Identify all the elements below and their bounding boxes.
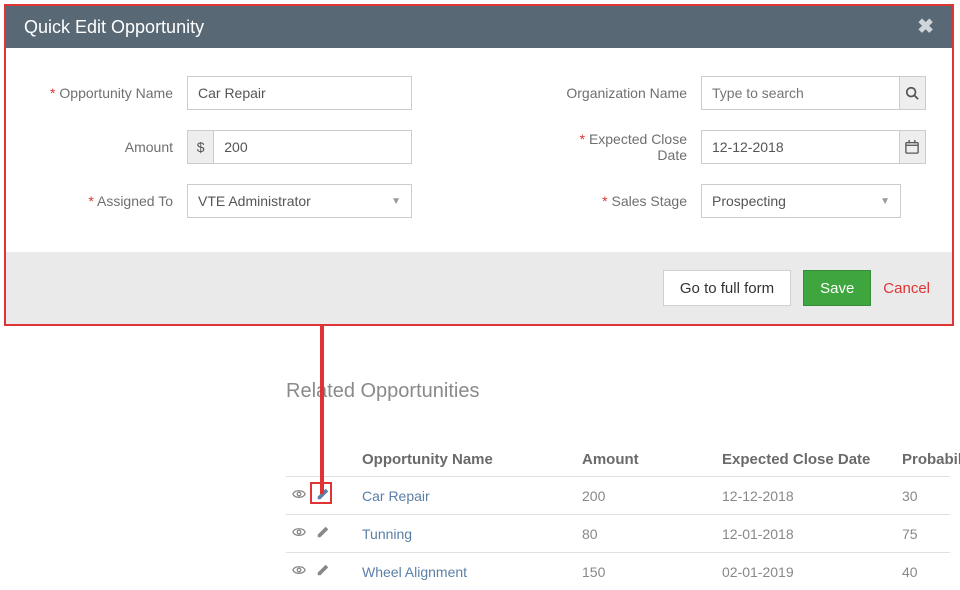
- cancel-button[interactable]: Cancel: [883, 280, 930, 297]
- table-row: Wheel Alignment 150 02-01-2019 40: [286, 553, 950, 590]
- sales-stage-select[interactable]: Prospecting ▼: [701, 184, 901, 218]
- assigned-to-value: VTE Administrator: [198, 193, 311, 209]
- label-amount: Amount: [32, 139, 187, 155]
- search-icon[interactable]: [900, 76, 926, 110]
- opportunity-link[interactable]: Car Repair: [362, 488, 430, 504]
- sales-stage-value: Prospecting: [712, 193, 786, 209]
- eye-icon[interactable]: [292, 563, 306, 580]
- pencil-icon[interactable]: [316, 525, 330, 542]
- label-opportunity-name: Opportunity Name: [32, 85, 187, 101]
- cell-probability: 30: [896, 477, 950, 515]
- annotation-highlight: [310, 482, 332, 504]
- calendar-icon[interactable]: [900, 130, 926, 164]
- currency-prefix: $: [187, 130, 213, 164]
- label-expected-close-date: Expected Close Date: [561, 131, 701, 163]
- col-close-date: Expected Close Date: [716, 443, 896, 477]
- modal-body: Opportunity Name Organization Name Amoun…: [6, 48, 952, 252]
- save-button[interactable]: Save: [803, 270, 871, 306]
- modal-footer: Go to full form Save Cancel: [6, 252, 952, 324]
- organization-name-input[interactable]: [701, 76, 900, 110]
- opportunity-link[interactable]: Tunning: [362, 526, 412, 542]
- related-title: Related Opportunities: [286, 380, 950, 403]
- label-sales-stage: Sales Stage: [561, 193, 701, 209]
- cell-close-date: 02-01-2019: [716, 553, 896, 590]
- modal-title: Quick Edit Opportunity: [24, 6, 204, 48]
- eye-icon[interactable]: [292, 525, 306, 542]
- table-row: Tunning 80 12-01-2018 75: [286, 515, 950, 553]
- table-row: Car Repair 200 12-12-2018 30: [286, 477, 950, 515]
- quick-edit-modal: Quick Edit Opportunity ✖ Opportunity Nam…: [4, 4, 954, 326]
- col-amount: Amount: [576, 443, 716, 477]
- opportunity-link[interactable]: Wheel Alignment: [362, 564, 467, 580]
- cell-close-date: 12-01-2018: [716, 515, 896, 553]
- col-name: Opportunity Name: [356, 443, 576, 477]
- assigned-to-select[interactable]: VTE Administrator ▼: [187, 184, 412, 218]
- expected-close-date-input[interactable]: [701, 130, 900, 164]
- col-probability: Probability: [896, 443, 950, 477]
- cell-amount: 150: [576, 553, 716, 590]
- annotation-line: [320, 314, 324, 494]
- related-table: Opportunity Name Amount Expected Close D…: [286, 443, 950, 590]
- modal-header: Quick Edit Opportunity ✖: [6, 6, 952, 48]
- pencil-icon[interactable]: [316, 563, 330, 580]
- cell-probability: 75: [896, 515, 950, 553]
- label-organization-name: Organization Name: [561, 85, 701, 101]
- eye-icon[interactable]: [292, 487, 306, 504]
- amount-input[interactable]: [213, 130, 412, 164]
- opportunity-name-input[interactable]: [187, 76, 412, 110]
- related-opportunities-section: Related Opportunities Opportunity Name A…: [286, 380, 950, 590]
- cell-probability: 40: [896, 553, 950, 590]
- close-icon[interactable]: ✖: [917, 6, 934, 48]
- chevron-down-icon: ▼: [880, 196, 890, 207]
- cell-amount: 200: [576, 477, 716, 515]
- label-assigned-to: Assigned To: [32, 193, 187, 209]
- cell-close-date: 12-12-2018: [716, 477, 896, 515]
- go-to-full-form-button[interactable]: Go to full form: [663, 270, 791, 306]
- chevron-down-icon: ▼: [391, 196, 401, 207]
- cell-amount: 80: [576, 515, 716, 553]
